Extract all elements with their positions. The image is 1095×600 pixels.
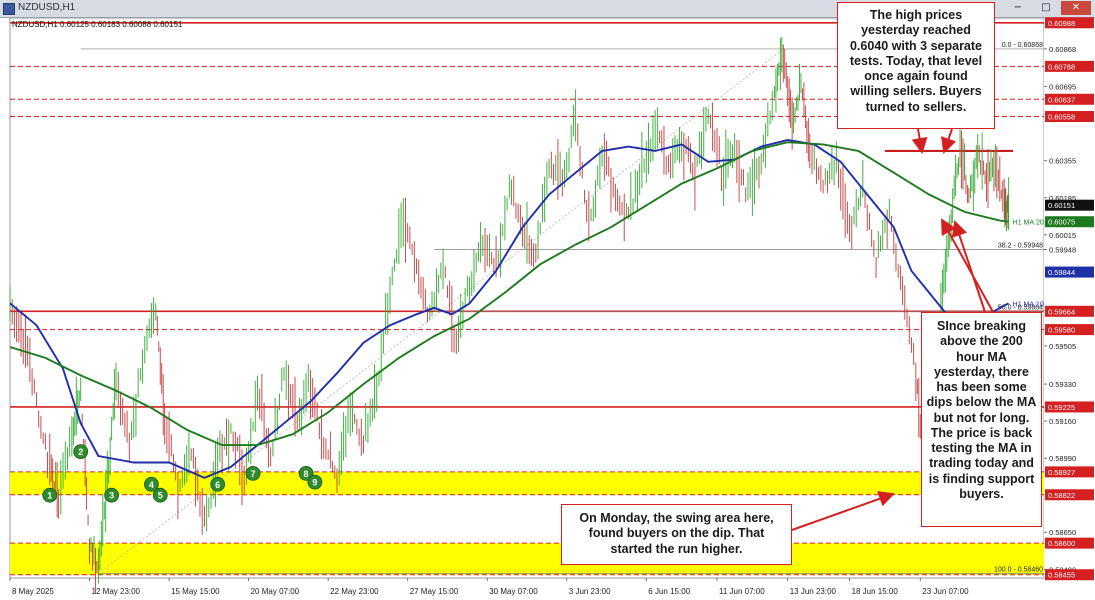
y-tick-label: 0.60015 [1049,231,1076,240]
x-tick-label: 22 May 23:00 [330,587,379,596]
level-tag-label: 0.59664 [1048,307,1075,316]
x-tick-label: 18 Jun 15:00 [852,587,899,596]
x-tick-label: 12 May 23:00 [92,587,141,596]
fib-label: 100.0 - 0.58460 [994,567,1043,574]
x-tick-label: 3 Jun 23:00 [569,587,611,596]
x-tick-label: 13 Jun 23:00 [790,587,837,596]
annotation-monday: On Monday, the swing area here, found bu… [561,504,792,565]
y-tick-label: 0.60695 [1049,83,1076,92]
fib-label: 0.0 - 0.60868 [1002,42,1043,49]
x-tick-label: 11 Jun 07:00 [719,587,765,596]
y-tick-label: 0.60868 [1049,45,1076,54]
y-tick-label: 0.59330 [1049,380,1076,389]
x-tick-label: 6 Jun 15:00 [648,587,690,596]
swing-marker-label-1: 1 [47,491,52,501]
swing-marker-label-3: 3 [109,491,114,501]
y-tick-label: 0.58990 [1049,454,1076,463]
swing-marker-label-6: 6 [215,480,220,490]
swing-marker-label-7: 7 [251,469,256,479]
x-tick-label: 27 May 15:00 [410,587,459,596]
level-tag-label: 0.58927 [1048,468,1075,477]
fib-label: 38.2 - 0.59948 [998,242,1043,249]
last-price-label: 0.60151 [1048,201,1075,210]
swing-marker-label-2: 2 [78,447,83,457]
x-tick-label: 20 May 07:00 [251,587,300,596]
level-tag-label: 0.59225 [1048,403,1075,412]
swing-marker-label-4: 4 [149,480,154,490]
swing-marker-label-9: 9 [312,478,317,488]
swing-marker-label-8: 8 [304,469,309,479]
level-tag-label: 0.58822 [1048,491,1075,500]
x-tick-label: 15 May 15:00 [171,587,220,596]
level-tag-label: 0.60788 [1048,62,1075,71]
level-tag-label: 0.60637 [1048,95,1075,104]
support-zone-2 [10,543,1044,575]
level-tag-label: 0.60988 [1048,19,1075,28]
ma-200-tag-label: 0.60075 [1048,218,1075,227]
annotation-highs: The high prices yesterday reached 0.6040… [837,2,995,129]
y-tick-label: 0.60355 [1049,157,1076,166]
annotation-ma: SInce breaking above the 200 hour MA yes… [921,312,1042,527]
ma-100-tag-label: 0.59844 [1048,268,1075,277]
level-tag-label: 0.59580 [1048,326,1075,335]
y-tick-label: 0.58650 [1049,528,1076,537]
x-tick-label: 23 Jun 07:00 [922,587,969,596]
y-tick-label: 0.59505 [1049,342,1076,351]
ohlc-line: NZDUSD,H1 0.60125 0.60183 0.60088 0.6015… [12,20,183,29]
level-tag-label: 0.58455 [1048,571,1075,580]
y-tick-label: 0.59948 [1049,245,1076,254]
level-tag-label: 0.60558 [1048,112,1075,121]
level-tag-label: 0.58600 [1048,539,1075,548]
trading-window: { "window": { "title": "NZDUSD,H1", "min… [0,0,1095,600]
x-tick-label: 8 May 2025 [12,587,54,596]
y-tick-label: 0.59160 [1049,417,1076,426]
swing-marker-label-5: 5 [158,491,163,501]
x-tick-label: 30 May 07:00 [489,587,538,596]
